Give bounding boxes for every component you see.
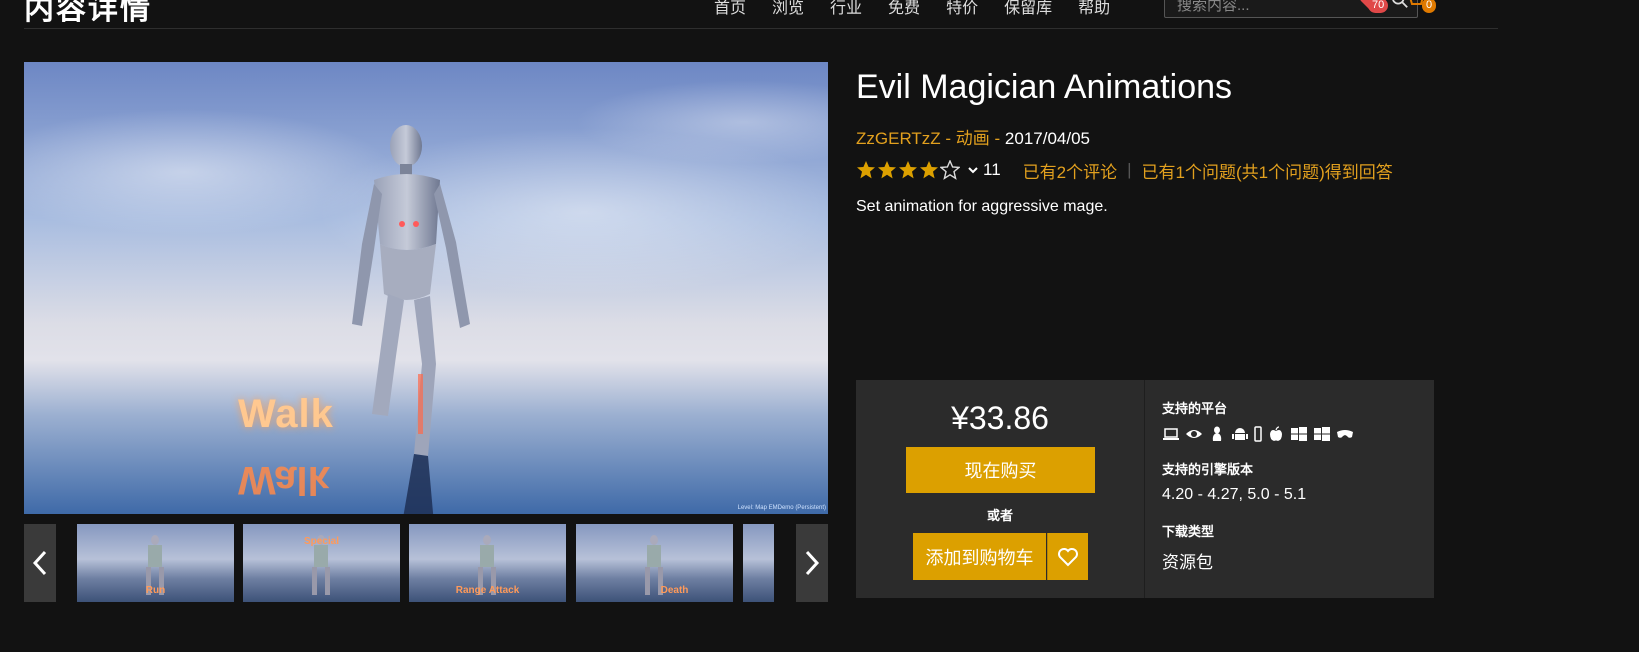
thumbnail-prev-button[interactable] xyxy=(24,524,56,602)
star-filled-icon xyxy=(878,161,896,179)
meta-separator: - xyxy=(940,129,956,148)
apple-icon xyxy=(1270,426,1282,441)
questions-link[interactable]: 已有1个问题(共1个问题)得到回答 xyxy=(1142,158,1393,183)
rating-row: 11 已有2个评论 | 已有1个问题(共1个问题)得到回答 xyxy=(856,158,1393,182)
author-link[interactable]: ZzGERTzZ xyxy=(856,129,941,148)
linux-icon xyxy=(1212,426,1222,441)
star-rating[interactable] xyxy=(856,160,961,180)
chevron-right-icon xyxy=(805,550,820,576)
add-to-cart-button[interactable]: 添加到购物车 xyxy=(913,533,1046,580)
thumbnail-2[interactable]: Special xyxy=(243,524,400,602)
nav-item-free[interactable]: 免费 xyxy=(888,0,920,18)
nav-item-sale[interactable]: 特价 xyxy=(946,0,978,18)
nav-item-home[interactable]: 首页 xyxy=(714,0,746,18)
or-label: 或者 xyxy=(986,508,1013,523)
star-filled-icon xyxy=(899,161,917,179)
star-empty-icon xyxy=(940,160,960,180)
cart-count-badge: 0 xyxy=(1422,0,1437,13)
product-description: Set animation for aggressive mage. xyxy=(856,198,1108,215)
laptop-icon xyxy=(1163,428,1179,440)
star-filled-icon xyxy=(857,161,875,179)
thumbnail-1[interactable]: Run xyxy=(77,524,234,602)
thumbnail-strip: Run Special Range Attack Death xyxy=(24,524,828,602)
thumbnail-label: Run xyxy=(145,585,166,596)
thumbnail-label: Special xyxy=(303,536,340,547)
page-title: 内容详情 xyxy=(24,0,152,26)
star-filled-icon xyxy=(920,161,938,179)
thumbnail-label: Range Attack xyxy=(455,585,520,596)
phone-icon xyxy=(1254,426,1262,442)
thumbnail-next-button[interactable] xyxy=(796,524,828,602)
product-meta: ZzGERTzZ - 动画 - 2017/04/05 xyxy=(856,124,1090,149)
buy-now-button[interactable]: 现在购买 xyxy=(906,447,1095,493)
nav-item-browse[interactable]: 浏览 xyxy=(772,0,804,18)
vr-headset-icon xyxy=(1337,430,1353,438)
engine-versions: 4.20 - 4.27, 5.0 - 5.1 xyxy=(1162,486,1307,503)
meta-separator: - xyxy=(989,129,1005,148)
hero-overlay-text: Walk xyxy=(238,392,334,436)
product-title: Evil Magician Animations xyxy=(856,68,1233,106)
hero-caption: Level: Map EMDemo (Persistent) xyxy=(737,505,826,511)
divider: | xyxy=(1127,160,1132,179)
nav-item-vault[interactable]: 保留库 xyxy=(1004,0,1052,18)
rating-count: 11 xyxy=(983,160,1001,179)
eye-icon xyxy=(1186,430,1202,438)
windows-icon xyxy=(1314,427,1330,441)
site-header: 内容详情 首页 浏览 行业 免费 特价 保留库 帮助 搜索内容... 70 0 xyxy=(24,0,1498,29)
platforms-heading: 支持的平台 xyxy=(1162,401,1228,416)
download-type: 资源包 xyxy=(1162,553,1213,572)
nav-item-industry[interactable]: 行业 xyxy=(830,0,862,18)
main-nav: 首页 浏览 行业 免费 特价 保留库 帮助 xyxy=(714,0,1136,18)
product-main-image[interactable]: Walk Walk Level: Map EMDemo (Persistent) xyxy=(24,62,828,514)
nav-item-help[interactable]: 帮助 xyxy=(1078,0,1110,18)
purchase-actions: ¥33.86 现在购买 或者 添加到购物车 xyxy=(856,380,1145,598)
windows-icon xyxy=(1291,427,1307,441)
hero-overlay-reflection: Walk xyxy=(238,458,330,502)
mannequin-figure xyxy=(352,125,470,514)
download-type-heading: 下载类型 xyxy=(1162,524,1215,539)
release-date: 2017/04/05 xyxy=(1004,129,1090,148)
price: ¥33.86 xyxy=(951,400,1049,436)
thumbnail-label: Death xyxy=(660,585,689,596)
android-icon xyxy=(1232,428,1248,440)
thumbnail-4[interactable]: Death xyxy=(576,524,733,602)
thumbnail-5[interactable] xyxy=(743,524,774,602)
purchase-panel: ¥33.86 现在购买 或者 添加到购物车 支持的平台 支持的引擎版本 4.20… xyxy=(856,380,1434,598)
thumbnail-3[interactable]: Range Attack xyxy=(409,524,566,602)
wishlist-count-badge: 70 xyxy=(1368,0,1389,13)
platform-icons xyxy=(1162,426,1354,442)
chevron-left-icon xyxy=(32,550,47,576)
reviews-link[interactable]: 已有2个评论 xyxy=(1023,158,1117,183)
engine-versions-heading: 支持的引擎版本 xyxy=(1162,462,1254,477)
category-link[interactable]: 动画 xyxy=(956,129,990,148)
search-input[interactable]: 搜索内容... xyxy=(1177,0,1250,15)
heart-outline-icon xyxy=(1058,547,1078,566)
add-to-wishlist-button[interactable] xyxy=(1047,533,1088,580)
chevron-down-icon[interactable] xyxy=(967,164,979,176)
